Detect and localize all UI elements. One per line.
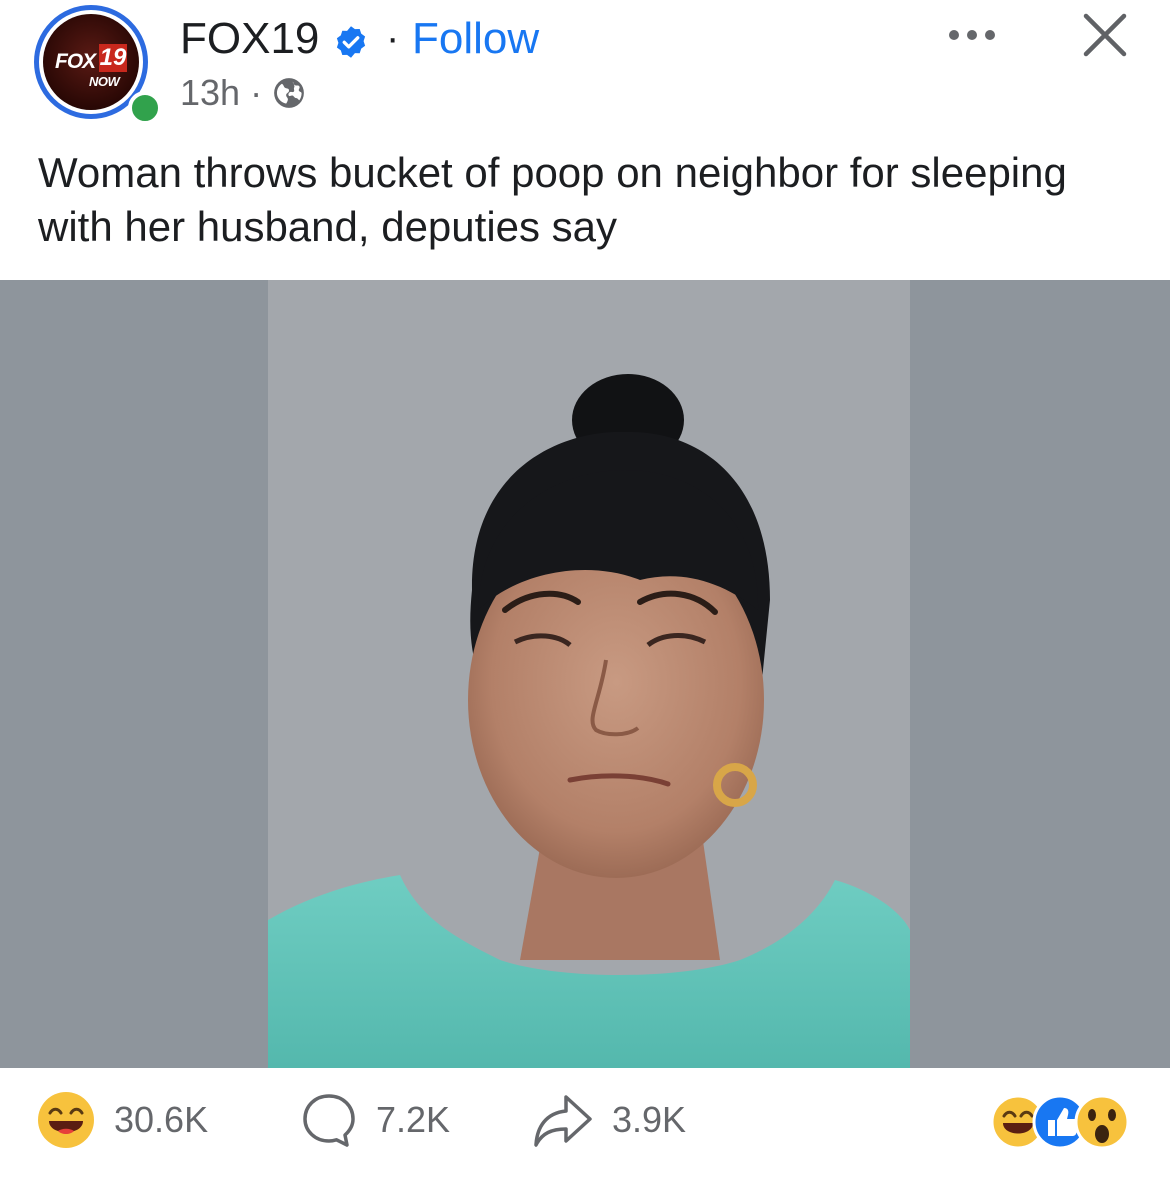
logo-number-text: 19: [99, 44, 127, 72]
post-timestamp[interactable]: 13h: [180, 72, 240, 114]
shares-count: 3.9K: [612, 1099, 687, 1140]
fox19-logo: FOX 19 NOW: [43, 14, 139, 110]
follow-button[interactable]: Follow: [412, 14, 539, 64]
photo-illustration: [0, 280, 1170, 1068]
wow-reaction-icon: [1074, 1094, 1130, 1150]
page-avatar[interactable]: FOX 19 NOW: [34, 5, 162, 127]
shares-stat[interactable]: 3.9K: [532, 1090, 686, 1150]
page-name[interactable]: FOX19: [180, 14, 319, 64]
follow-separator: ·: [386, 16, 400, 60]
haha-reaction-icon: [38, 1092, 94, 1148]
logo-now-text: NOW: [89, 74, 120, 89]
comment-icon: [303, 1094, 355, 1147]
share-icon: [534, 1095, 592, 1147]
verified-badge-icon: [336, 26, 366, 58]
online-status-dot: [128, 91, 162, 125]
post-meta: 13h ·: [180, 72, 306, 114]
close-icon[interactable]: [1080, 10, 1130, 60]
post-caption: Woman throws bucket of poop on neighbor …: [38, 149, 1067, 250]
comments-stat[interactable]: 7.2K: [300, 1090, 450, 1150]
post-header: FOX 19 NOW FOX19 · Follow 13h ·: [0, 0, 1170, 150]
meta-separator: ·: [250, 72, 263, 113]
comments-count: 7.2K: [376, 1099, 451, 1140]
reactions-stat[interactable]: 30.6K: [36, 1090, 208, 1150]
post-photo[interactable]: [0, 280, 1170, 1068]
reactions-count: 30.6K: [114, 1099, 209, 1140]
post-footer: 30.6K 7.2K 3.9K: [0, 1068, 1170, 1177]
logo-fox-text: FOX: [55, 50, 96, 73]
globe-icon: [274, 78, 304, 108]
more-options-icon[interactable]: [946, 20, 998, 50]
reaction-summary[interactable]: [988, 1090, 1138, 1150]
